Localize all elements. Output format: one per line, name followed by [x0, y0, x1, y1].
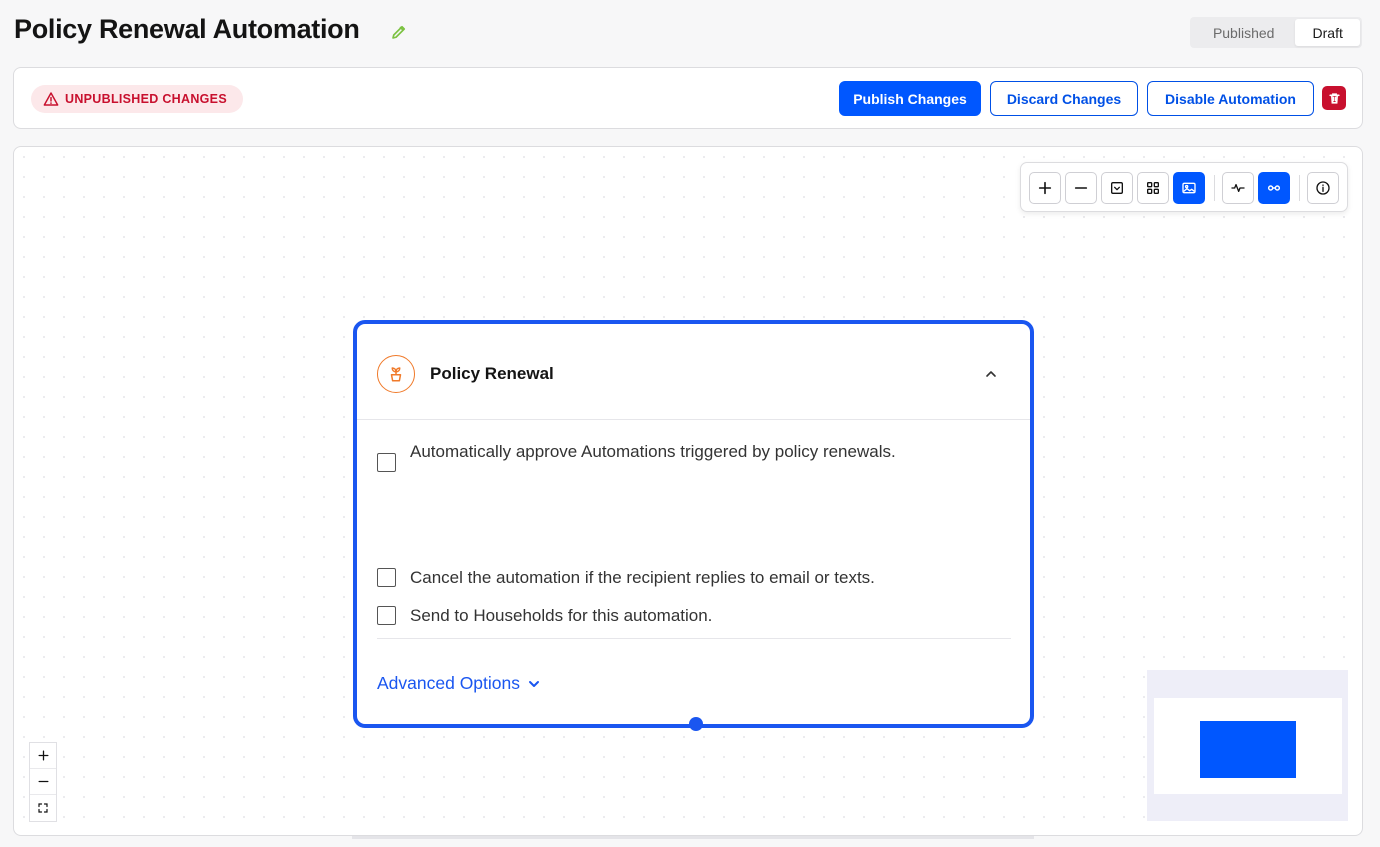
- fit-view-button[interactable]: [30, 795, 56, 821]
- advanced-options-label: Advanced Options: [377, 673, 521, 693]
- plus-icon: [38, 750, 48, 761]
- image-icon: [1182, 182, 1196, 194]
- activity-button[interactable]: [1222, 172, 1254, 204]
- tab-published[interactable]: Published: [1192, 19, 1295, 46]
- canvas-toolbar: [1020, 162, 1348, 212]
- dropdown-box-icon: [1111, 182, 1123, 194]
- delete-button[interactable]: [1322, 86, 1346, 110]
- option-auto-approve: Automatically approve Automations trigge…: [377, 441, 937, 472]
- policy-renewal-node[interactable]: Policy Renewal Automatically approve Aut…: [353, 320, 1034, 731]
- chevron-up-icon[interactable]: [983, 366, 999, 382]
- link-icon: [1267, 185, 1281, 191]
- grid-button[interactable]: [1137, 172, 1169, 204]
- zoom-in-button[interactable]: [1029, 172, 1061, 204]
- pencil-icon[interactable]: [390, 23, 408, 41]
- node-connection-handle[interactable]: [689, 717, 703, 731]
- canvas-zoom-in-button[interactable]: [30, 743, 56, 769]
- workflow-canvas[interactable]: Policy Renewal Automatically approve Aut…: [13, 146, 1363, 836]
- publish-changes-button[interactable]: Publish Changes: [839, 81, 981, 116]
- node-header: Policy Renewal: [357, 324, 1030, 420]
- page-title: Policy Renewal Automation: [14, 14, 360, 44]
- grid-icon: [1147, 182, 1159, 194]
- link-button[interactable]: [1258, 172, 1290, 204]
- top-bar: Policy Renewal Automation Published Draf…: [0, 0, 1380, 64]
- zoom-out-icon: [1074, 187, 1088, 189]
- plant-pot-icon: [390, 367, 402, 382]
- warning-triangle-icon: [43, 92, 59, 106]
- unpublished-badge: UNPUBLISHED CHANGES: [31, 85, 243, 113]
- node-title: Policy Renewal: [430, 364, 554, 383]
- cancel-on-reply-label: Cancel the automation if the recipient r…: [410, 568, 875, 587]
- activity-icon: [1231, 184, 1245, 192]
- node-divider: [377, 638, 1011, 639]
- send-households-label: Send to Households for this automation.: [410, 606, 713, 625]
- publish-status-toggle: Published Draft: [1190, 17, 1362, 48]
- action-bar: UNPUBLISHED CHANGES Publish Changes Disc…: [13, 67, 1363, 129]
- info-icon: [1316, 181, 1330, 195]
- image-button[interactable]: [1173, 172, 1205, 204]
- option-cancel-on-reply: Cancel the automation if the recipient r…: [377, 567, 875, 589]
- minimap-node: [1200, 721, 1296, 778]
- minimap[interactable]: [1147, 670, 1348, 821]
- auto-approve-checkbox[interactable]: [377, 453, 396, 472]
- advanced-options-toggle[interactable]: Advanced Options: [377, 673, 542, 694]
- zoom-in-icon: [1038, 181, 1052, 195]
- badge-label: UNPUBLISHED CHANGES: [65, 92, 227, 106]
- cancel-on-reply-checkbox[interactable]: [377, 568, 396, 587]
- send-households-checkbox[interactable]: [377, 606, 396, 625]
- node-shadow: [352, 836, 1034, 839]
- node-icon-wrap: [377, 355, 415, 393]
- canvas-zoom-out-button[interactable]: [30, 769, 56, 795]
- canvas-zoom-controls: [29, 742, 57, 822]
- zoom-out-button[interactable]: [1065, 172, 1097, 204]
- fit-view-icon: [38, 803, 48, 813]
- info-button[interactable]: [1307, 172, 1339, 204]
- discard-changes-button[interactable]: Discard Changes: [990, 81, 1138, 116]
- chevron-down-icon: [529, 680, 540, 687]
- minus-icon: [38, 780, 48, 783]
- disable-automation-button[interactable]: Disable Automation: [1147, 81, 1314, 116]
- tab-draft[interactable]: Draft: [1295, 19, 1360, 46]
- trash-icon: [1328, 92, 1340, 104]
- auto-approve-label: Automatically approve Automations trigge…: [410, 442, 896, 461]
- option-send-households: Send to Households for this automation.: [377, 605, 712, 627]
- dropdown-box-button[interactable]: [1101, 172, 1133, 204]
